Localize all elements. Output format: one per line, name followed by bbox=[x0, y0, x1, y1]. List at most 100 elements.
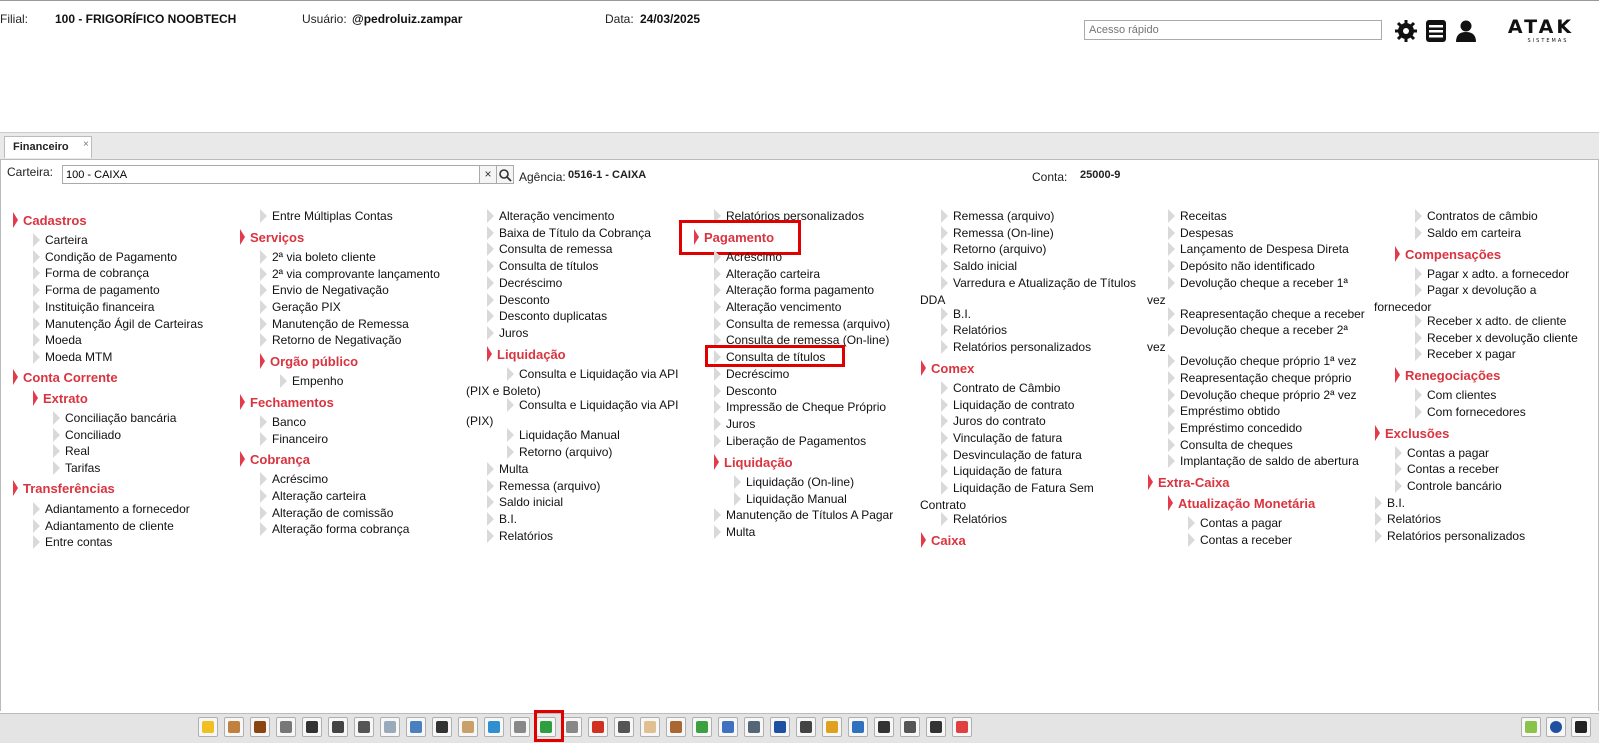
menu-item-saldo-carteira[interactable]: Saldo em carteira bbox=[1414, 226, 1521, 240]
menu-item-condicao-pagamento[interactable]: Condição de Pagamento bbox=[32, 250, 177, 264]
menu-item-desconto-pag[interactable]: Desconto bbox=[714, 384, 777, 398]
menu-item-entre-contas[interactable]: Entre contas bbox=[32, 535, 112, 549]
menu-item-desconto-cob[interactable]: Desconto bbox=[487, 293, 550, 307]
section-fechamentos[interactable]: Fechamentos bbox=[240, 394, 334, 410]
menu-item-alteracao-forma-cobranca[interactable]: Alteração forma cobrança bbox=[259, 522, 409, 536]
menu-item-excl-controle-bancario[interactable]: Controle bancário bbox=[1395, 479, 1502, 493]
menu-item-bi-geral[interactable]: B.I. bbox=[1374, 496, 1405, 510]
menu-item-bi-pag[interactable]: B.I. bbox=[940, 307, 971, 321]
menu-item-contrato-cambio[interactable]: Contrato de Câmbio bbox=[940, 381, 1060, 395]
menu-item-remessa-online-pag[interactable]: Remessa (On-line) bbox=[941, 226, 1054, 240]
network-icon[interactable] bbox=[770, 717, 790, 737]
menu-item-acrescimo-cob[interactable]: Acréscimo bbox=[259, 472, 328, 486]
menu-item-empenho[interactable]: Empenho bbox=[279, 374, 343, 388]
menu-item-impressao-cheque[interactable]: Impressão de Cheque Próprio bbox=[713, 400, 886, 414]
menu-item-alteracao-carteira-cob[interactable]: Alteração carteira bbox=[259, 489, 366, 503]
menu-item-devolucao-proprio-2[interactable]: Devolução cheque próprio 2ª vez bbox=[1168, 388, 1357, 402]
menu-item-alteracao-vencimento-pag[interactable]: Alteração vencimento bbox=[713, 300, 841, 314]
menu-item-consulta-titulos-cob[interactable]: Consulta de títulos bbox=[486, 259, 598, 273]
section-cadastros[interactable]: Cadastros bbox=[13, 212, 87, 228]
menu-item-retorno-arquivo-cob[interactable]: Retorno (arquivo) bbox=[506, 445, 612, 459]
menu-item-saldo-inicial-pag[interactable]: Saldo inicial bbox=[940, 259, 1017, 273]
invoice-icon[interactable] bbox=[822, 717, 842, 737]
menu-item-receber-devolucao-cliente[interactable]: Receber x devolução cliente bbox=[1415, 331, 1578, 345]
menu-item-multa-pag[interactable]: Multa bbox=[713, 525, 755, 539]
menu-item-consulta-liq-api-pix[interactable]: Consulta e Liquidação via API bbox=[506, 398, 678, 412]
favorite-star-icon[interactable] bbox=[1521, 717, 1541, 737]
menu-item-atualizacao-contas-pagar[interactable]: Contas a pagar bbox=[1187, 516, 1282, 530]
calculator-icon[interactable] bbox=[276, 717, 296, 737]
menu-item-bi-cob[interactable]: B.I. bbox=[486, 512, 517, 526]
chart-icon[interactable] bbox=[848, 717, 868, 737]
close-icon[interactable]: × bbox=[83, 139, 89, 150]
search-icon[interactable] bbox=[496, 165, 514, 184]
section-extrato[interactable]: Extrato bbox=[33, 390, 88, 406]
recycle-icon[interactable] bbox=[692, 717, 712, 737]
menu-item-banco[interactable]: Banco bbox=[259, 415, 306, 429]
menu-item-excl-contas-receber[interactable]: Contas a receber bbox=[1394, 462, 1499, 476]
menu-item-emprestimo-concedido[interactable]: Empréstimo concedido bbox=[1167, 421, 1302, 435]
menu-item-consulta-remessa-arquivo[interactable]: Consulta de remessa (arquivo) bbox=[713, 317, 890, 331]
menu-item-adiantamento-fornecedor[interactable]: Adiantamento a fornecedor bbox=[33, 502, 190, 516]
menu-item-emprestimo-obtido[interactable]: Empréstimo obtido bbox=[1167, 404, 1280, 418]
menu-item-despesas[interactable]: Despesas bbox=[1167, 226, 1233, 240]
menu-item-liquidacao-fatura[interactable]: Liquidação de fatura bbox=[941, 464, 1062, 478]
menu-item-devolucao-receber-2[interactable]: Devolução cheque a receber 2ª bbox=[1168, 323, 1348, 337]
sequence-icon[interactable] bbox=[796, 717, 816, 737]
menu-item-juros-pag[interactable]: Juros bbox=[713, 417, 755, 431]
menu-item-devolucao-proprio-1[interactable]: Devolução cheque próprio 1ª vez bbox=[1168, 354, 1357, 368]
menu-item-manutencao-remessa[interactable]: Manutenção de Remessa bbox=[260, 317, 409, 331]
menu-item-lancamento-despesa[interactable]: Lançamento de Despesa Direta bbox=[1168, 242, 1349, 256]
menu-item-tarifas[interactable]: Tarifas bbox=[52, 461, 100, 475]
menu-item-liquidacao-manual-pag[interactable]: Liquidação Manual bbox=[734, 492, 847, 506]
spreadsheet-icon[interactable] bbox=[744, 717, 764, 737]
barcode-icon[interactable] bbox=[302, 717, 322, 737]
headset-icon[interactable] bbox=[926, 717, 946, 737]
section-cobranca[interactable]: Cobrança bbox=[240, 451, 310, 467]
menu-item-alteracao-carteira-pag[interactable]: Alteração carteira bbox=[713, 267, 820, 281]
menu-item-alteracao-vencimento-cob[interactable]: Alteração vencimento bbox=[486, 209, 614, 223]
menu-item-baixa-titulo[interactable]: Baixa de Título da Cobrança bbox=[487, 226, 651, 240]
menu-item-consulta-remessa-cob[interactable]: Consulta de remessa bbox=[486, 242, 612, 256]
menu-item-liquidacao-fatura-sem-contrato[interactable]: Liquidação de Fatura Sem bbox=[941, 481, 1094, 495]
menu-item-pagar-adto-fornecedor[interactable]: Pagar x adto. a fornecedor bbox=[1414, 267, 1569, 281]
tab-financeiro[interactable]: Financeiro × bbox=[4, 136, 92, 158]
menu-item-decrescimo-cob[interactable]: Decréscimo bbox=[486, 276, 562, 290]
printer-icon[interactable] bbox=[562, 717, 582, 737]
menu-item-com-clientes[interactable]: Com clientes bbox=[1414, 388, 1496, 402]
menu-item-liquidacao-contrato[interactable]: Liquidação de contrato bbox=[940, 398, 1074, 412]
menu-item-excl-contas-pagar[interactable]: Contas a pagar bbox=[1394, 446, 1489, 460]
menu-item-liquidacao-manual-cob[interactable]: Liquidação Manual bbox=[507, 428, 620, 442]
factory-icon[interactable] bbox=[588, 717, 608, 737]
section-atualizacao-monetaria[interactable]: Atualização Monetária bbox=[1167, 495, 1315, 511]
menu-item-alteracao-forma-pagamento[interactable]: Alteração forma pagamento bbox=[713, 283, 874, 297]
section-conta-corrente[interactable]: Conta Corrente bbox=[13, 369, 118, 385]
menu-item-envio-negativacao[interactable]: Envio de Negativação bbox=[260, 283, 389, 297]
section-renegociacoes[interactable]: Renegociações bbox=[1394, 367, 1500, 383]
menu-item-financeiro[interactable]: Financeiro bbox=[259, 432, 328, 446]
menu-item-varredura-dda[interactable]: Varredura e Atualização de Títulos bbox=[941, 276, 1136, 290]
menu-item-juros-cob[interactable]: Juros bbox=[486, 326, 528, 340]
video-icon[interactable] bbox=[1571, 717, 1591, 737]
section-extra-caixa[interactable]: Extra-Caixa bbox=[1148, 474, 1230, 490]
menu-item-forma-cobranca[interactable]: Forma de cobrança bbox=[32, 266, 149, 280]
syringe-icon[interactable] bbox=[380, 717, 400, 737]
menu-item-carteira[interactable]: Carteira bbox=[33, 233, 88, 247]
menu-item-reapresentacao-receber[interactable]: Reapresentação cheque a receber bbox=[1168, 307, 1365, 321]
menu-item-multa-cob[interactable]: Multa bbox=[486, 462, 528, 476]
building-icon[interactable] bbox=[614, 717, 634, 737]
menu-item-moeda-mtm[interactable]: Moeda MTM bbox=[32, 350, 112, 364]
menu-item-conciliacao-bancaria[interactable]: Conciliação bancária bbox=[52, 411, 176, 425]
section-liquidacao-pag[interactable]: Liquidação bbox=[714, 454, 793, 470]
section-comex[interactable]: Comex bbox=[920, 360, 974, 376]
gear-icon[interactable] bbox=[1394, 18, 1418, 44]
section-servicos[interactable]: Serviços bbox=[239, 229, 304, 245]
menu-item-forma-pagamento[interactable]: Forma de pagamento bbox=[33, 283, 160, 297]
menu-item-relatorios-personalizados-pag[interactable]: Relatórios personalizados bbox=[940, 340, 1091, 354]
menu-item-devolucao-receber-1[interactable]: Devolução cheque a receber 1ª bbox=[1168, 276, 1348, 290]
section-transferencias[interactable]: Transferências bbox=[13, 480, 115, 496]
checklist-icon[interactable] bbox=[718, 717, 738, 737]
globe-icon[interactable] bbox=[484, 717, 504, 737]
menu-item-relatorios-geral[interactable]: Relatórios bbox=[1374, 512, 1441, 526]
scale-icon[interactable] bbox=[354, 717, 374, 737]
